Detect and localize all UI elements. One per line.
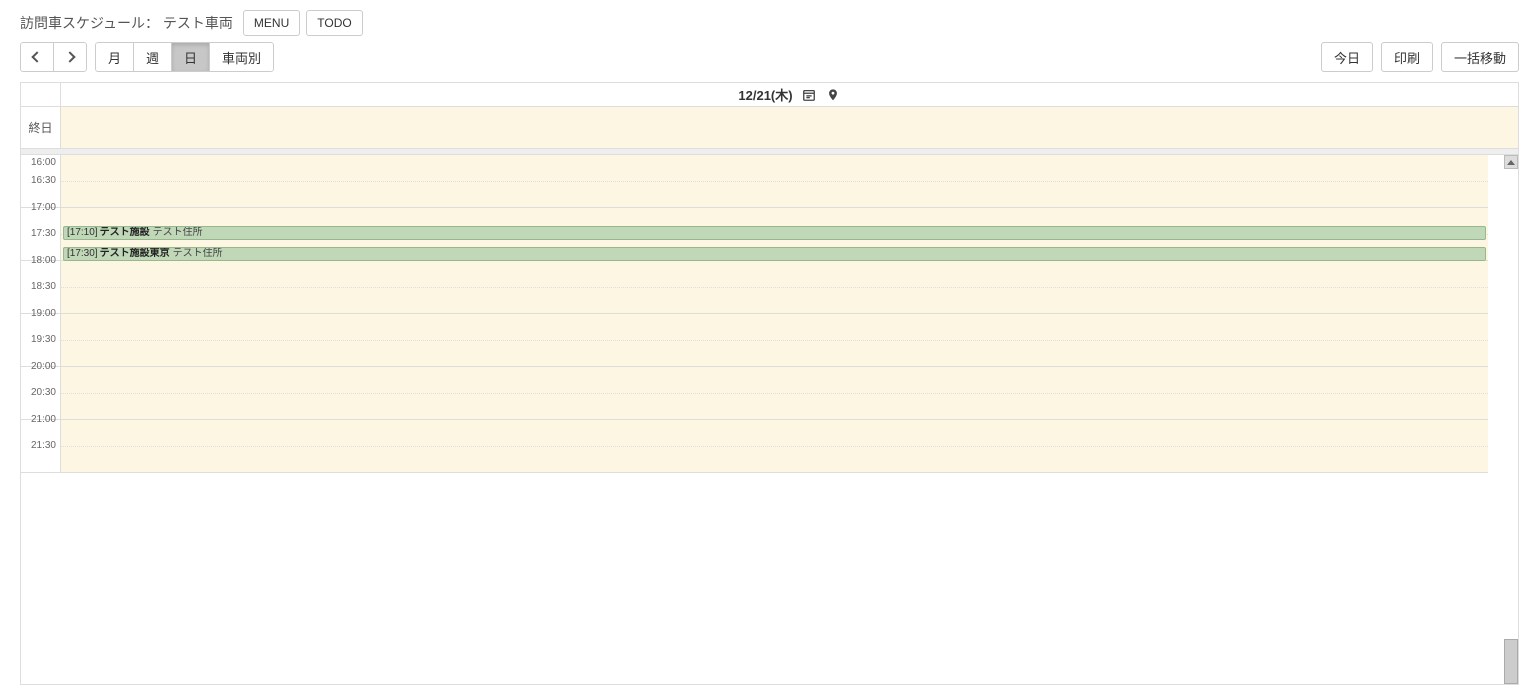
view-vehicle-button[interactable]: 車両別: [209, 42, 274, 72]
time-label: 20:0020:30: [21, 367, 60, 420]
event-time: [17:30]: [67, 248, 98, 259]
menu-button[interactable]: MENU: [243, 10, 300, 36]
next-button[interactable]: [53, 42, 87, 72]
date-header: 12/21(木): [21, 83, 1518, 107]
allday-content[interactable]: [61, 107, 1518, 148]
time-scroll[interactable]: 16:0016:3017:0017:3018:0018:3019:0019:30…: [21, 155, 1518, 685]
calendar-event[interactable]: [17:10]テスト施設テスト住所: [63, 226, 1486, 240]
time-slot[interactable]: [61, 314, 1488, 367]
time-gutter: 16:0016:3017:0017:3018:0018:3019:0019:30…: [21, 155, 61, 473]
time-grid[interactable]: [17:10]テスト施設テスト住所[17:30]テスト施設東京テスト住所: [61, 155, 1488, 473]
event-subtitle: テスト住所: [153, 227, 203, 238]
time-slot[interactable]: [61, 155, 1488, 208]
schedule-icon[interactable]: [801, 87, 817, 103]
scrollbar-thumb[interactable]: [1504, 639, 1518, 684]
time-label: 17:0017:30: [21, 208, 60, 261]
time-label: 21:0021:30: [21, 420, 60, 473]
header-gutter: [21, 83, 61, 106]
chevron-right-icon: [64, 51, 75, 62]
event-subtitle: テスト住所: [173, 248, 223, 259]
time-slot[interactable]: [61, 420, 1488, 473]
event-time: [17:10]: [67, 227, 98, 238]
event-title: テスト施設東京: [100, 248, 170, 259]
map-pin-icon[interactable]: [825, 87, 841, 103]
print-button[interactable]: 印刷: [1381, 42, 1433, 72]
calendar-event[interactable]: [17:30]テスト施設東京テスト住所: [63, 247, 1486, 261]
allday-label: 終日: [21, 107, 61, 148]
view-week-button[interactable]: 週: [133, 42, 171, 72]
title-prefix: 訪問車スケジュール：: [20, 15, 159, 31]
allday-row: 終日: [21, 107, 1518, 149]
chevron-left-icon: [31, 51, 42, 62]
todo-button[interactable]: TODO: [306, 10, 362, 36]
event-title: テスト施設: [100, 227, 150, 238]
nav-group: [20, 42, 87, 72]
time-label: 16:0016:30: [21, 155, 60, 208]
view-group: 月 週 日 車両別: [95, 42, 274, 72]
page-title: 訪問車スケジュール： テスト車両: [20, 13, 233, 33]
prev-button[interactable]: [20, 42, 53, 72]
view-month-button[interactable]: 月: [95, 42, 133, 72]
bulk-move-button[interactable]: 一括移動: [1441, 42, 1519, 72]
calendar: 12/21(木) 終日 16:0016:3: [20, 82, 1519, 685]
today-button[interactable]: 今日: [1321, 42, 1373, 72]
time-label: 18:0018:30: [21, 261, 60, 314]
time-label: 19:0019:30: [21, 314, 60, 367]
date-label: 12/21(木): [738, 85, 792, 104]
time-slot[interactable]: [61, 367, 1488, 420]
date-cell[interactable]: 12/21(木): [61, 83, 1518, 106]
view-day-button[interactable]: 日: [171, 42, 209, 72]
vehicle-name: テスト車両: [163, 15, 233, 31]
time-slot[interactable]: [61, 261, 1488, 314]
